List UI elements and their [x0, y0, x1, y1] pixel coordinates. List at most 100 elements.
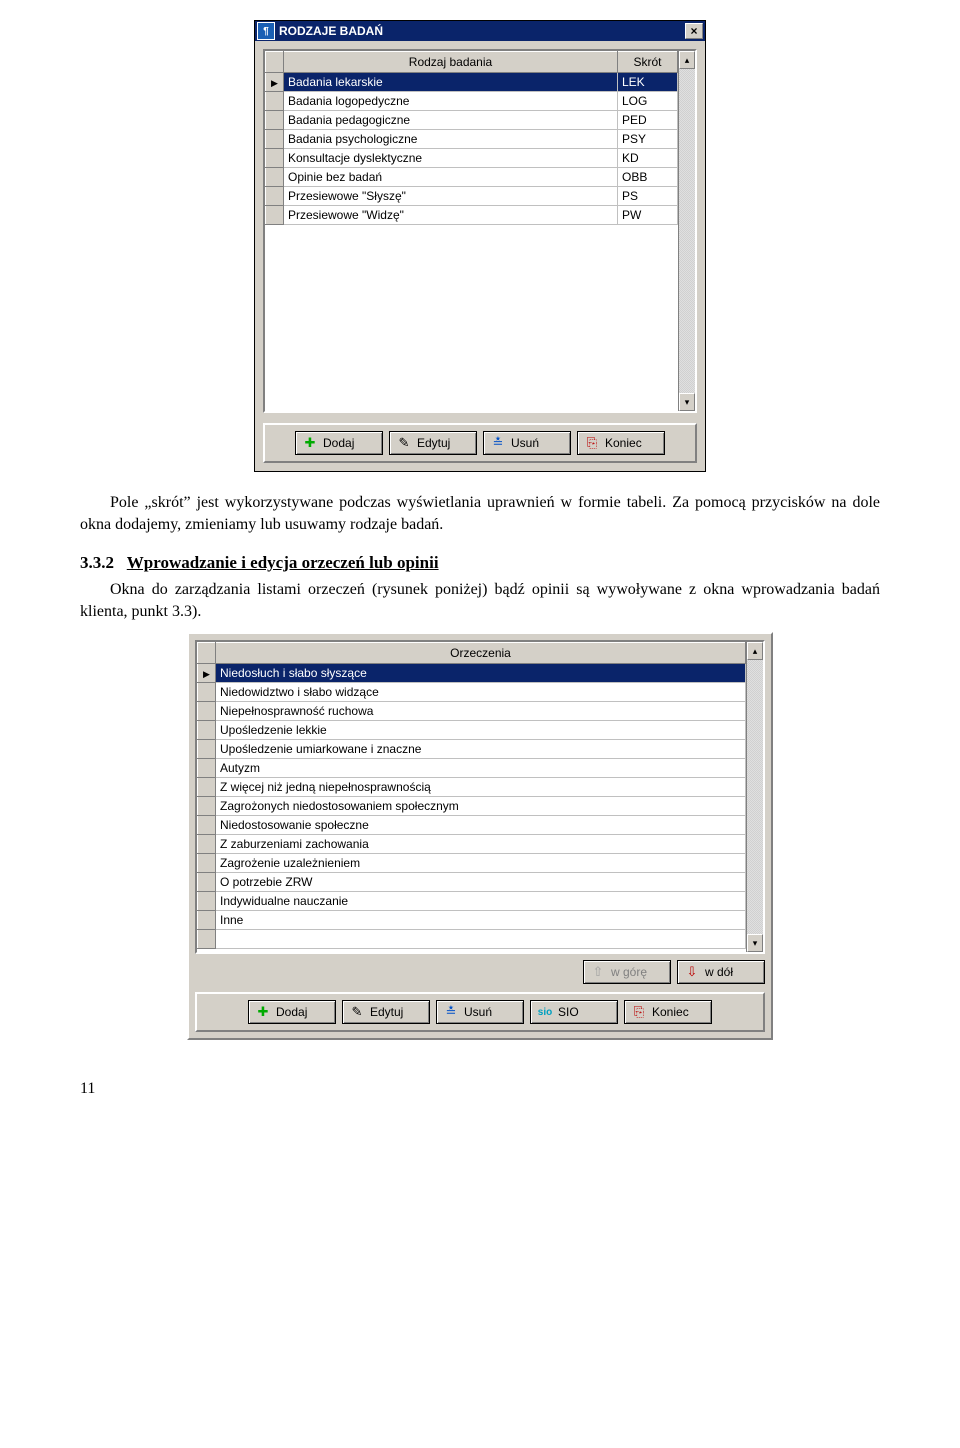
cell-name[interactable]: Z zaburzeniami zachowania	[216, 835, 746, 854]
col-rodzaj[interactable]: Rodzaj badania	[284, 52, 618, 73]
button-bar: ✚Dodaj ✎Edytuj ≛Usuń ⎘Koniec	[263, 423, 697, 463]
row-indicator	[198, 740, 216, 759]
row-indicator	[266, 206, 284, 225]
add-button[interactable]: ✚Dodaj	[295, 431, 383, 455]
row-header-blank	[198, 643, 216, 664]
table-row[interactable]: Konsultacje dyslektyczneKD	[266, 149, 678, 168]
cell-name[interactable]: Inne	[216, 911, 746, 930]
edit-button[interactable]: ✎Edytuj	[389, 431, 477, 455]
cell-name[interactable]: Autyzm	[216, 759, 746, 778]
sio-button[interactable]: sioSIO	[530, 1000, 618, 1024]
add-button[interactable]: ✚Dodaj	[248, 1000, 336, 1024]
row-indicator	[198, 816, 216, 835]
titlebar[interactable]: ¶ RODZAJE BADAŃ ×	[255, 21, 705, 41]
cell-abbr[interactable]: KD	[618, 149, 678, 168]
scrollbar[interactable]: ▴ ▾	[746, 642, 763, 952]
cell-name[interactable]: Przesiewowe "Słyszę"	[284, 187, 618, 206]
cell-name[interactable]: Badania logopedyczne	[284, 92, 618, 111]
move-down-button[interactable]: ⇩w dół	[677, 960, 765, 984]
cell-abbr[interactable]: PSY	[618, 130, 678, 149]
table-row[interactable]: Zagrożenie uzależnieniem	[198, 854, 746, 873]
row-header-blank	[266, 52, 284, 73]
cell-name[interactable]: Zagrożenie uzależnieniem	[216, 854, 746, 873]
page-number: 11	[80, 1080, 960, 1098]
table-row[interactable]: Badania lekarskieLEK	[266, 73, 678, 92]
cell-name[interactable]: Z więcej niż jedną niepełnosprawnością	[216, 778, 746, 797]
cell-name[interactable]: Badania psychologiczne	[284, 130, 618, 149]
cell-abbr[interactable]: PW	[618, 206, 678, 225]
cell-abbr[interactable]: LEK	[618, 73, 678, 92]
table-row[interactable]: Przesiewowe "Widzę"PW	[266, 206, 678, 225]
reorder-bar: ⇧w górę ⇩w dół	[195, 960, 765, 984]
cell-name[interactable]: Niepełnosprawność ruchowa	[216, 702, 746, 721]
table-rodzaje[interactable]: Rodzaj badania Skrót Badania lekarskieLE…	[265, 51, 678, 405]
table-row[interactable]: Badania psychologicznePSY	[266, 130, 678, 149]
table-row[interactable]: O potrzebie ZRW	[198, 873, 746, 892]
row-indicator	[198, 835, 216, 854]
scroll-up-icon[interactable]: ▴	[747, 642, 763, 660]
cell-abbr[interactable]: PED	[618, 111, 678, 130]
exit-icon: ⎘	[631, 1004, 647, 1020]
cell-name[interactable]: Przesiewowe "Widzę"	[284, 206, 618, 225]
table-row[interactable]: Opinie bez badańOBB	[266, 168, 678, 187]
table-row[interactable]: Niedostosowanie społeczne	[198, 816, 746, 835]
table-row[interactable]: Indywidualne nauczanie	[198, 892, 746, 911]
add-icon: ✚	[302, 435, 318, 451]
add-icon: ✚	[255, 1004, 271, 1020]
row-indicator	[198, 854, 216, 873]
table-row[interactable]: Badania pedagogicznePED	[266, 111, 678, 130]
cell-name[interactable]: Upośledzenie lekkie	[216, 721, 746, 740]
row-indicator	[198, 664, 216, 683]
scroll-down-icon[interactable]: ▾	[747, 934, 763, 952]
delete-button[interactable]: ≛Usuń	[483, 431, 571, 455]
delete-icon: ≛	[443, 1004, 459, 1020]
row-indicator	[198, 721, 216, 740]
table-row[interactable]: Badania logopedyczneLOG	[266, 92, 678, 111]
close-button[interactable]: ⎘Koniec	[624, 1000, 712, 1024]
table-row[interactable]: Niedowidztwo i słabo widzące	[198, 683, 746, 702]
cell-name[interactable]: Zagrożonych niedostosowaniem społecznym	[216, 797, 746, 816]
arrow-down-icon: ⇩	[684, 964, 700, 980]
scrollbar[interactable]: ▴ ▾	[678, 51, 695, 411]
paragraph-2: Okna do zarządzania listami orzeczeń (ry…	[80, 579, 880, 622]
table-row[interactable]: Z więcej niż jedną niepełnosprawnością	[198, 778, 746, 797]
cell-abbr[interactable]: PS	[618, 187, 678, 206]
table-row[interactable]: Przesiewowe "Słyszę"PS	[266, 187, 678, 206]
delete-button[interactable]: ≛Usuń	[436, 1000, 524, 1024]
scroll-up-icon[interactable]: ▴	[679, 51, 695, 69]
table-row[interactable]: Niedosłuch i słabo słyszące	[198, 664, 746, 683]
edit-button[interactable]: ✎Edytuj	[342, 1000, 430, 1024]
cell-name[interactable]: Niedosłuch i słabo słyszące	[216, 664, 746, 683]
scroll-down-icon[interactable]: ▾	[679, 393, 695, 411]
table-row[interactable]: Niepełnosprawność ruchowa	[198, 702, 746, 721]
col-orzeczenia[interactable]: Orzeczenia	[216, 643, 746, 664]
edit-icon: ✎	[349, 1004, 365, 1020]
cell-name[interactable]: Badania lekarskie	[284, 73, 618, 92]
table-row[interactable]: Inne	[198, 911, 746, 930]
table-row[interactable]: Zagrożonych niedostosowaniem społecznym	[198, 797, 746, 816]
cell-abbr[interactable]: OBB	[618, 168, 678, 187]
cell-name[interactable]: Badania pedagogiczne	[284, 111, 618, 130]
cell-name[interactable]: Opinie bez badań	[284, 168, 618, 187]
cell-name[interactable]: Konsultacje dyslektyczne	[284, 149, 618, 168]
row-indicator	[198, 797, 216, 816]
col-skrot[interactable]: Skrót	[618, 52, 678, 73]
row-indicator	[198, 892, 216, 911]
cell-name[interactable]: Upośledzenie umiarkowane i znaczne	[216, 740, 746, 759]
cell-name[interactable]: Niedowidztwo i słabo widzące	[216, 683, 746, 702]
table-row[interactable]: Upośledzenie lekkie	[198, 721, 746, 740]
close-icon[interactable]: ×	[685, 23, 703, 39]
move-up-button[interactable]: ⇧w górę	[583, 960, 671, 984]
row-indicator	[266, 187, 284, 206]
arrow-up-icon: ⇧	[590, 964, 606, 980]
table-row[interactable]: Upośledzenie umiarkowane i znaczne	[198, 740, 746, 759]
table-row[interactable]: Autyzm	[198, 759, 746, 778]
table-orzeczenia[interactable]: Orzeczenia Niedosłuch i słabo słysząceNi…	[197, 642, 746, 949]
close-button[interactable]: ⎘Koniec	[577, 431, 665, 455]
window-orzeczenia: Orzeczenia Niedosłuch i słabo słysząceNi…	[187, 632, 773, 1040]
table-row[interactable]: Z zaburzeniami zachowania	[198, 835, 746, 854]
cell-name[interactable]: Indywidualne nauczanie	[216, 892, 746, 911]
cell-name[interactable]: O potrzebie ZRW	[216, 873, 746, 892]
cell-name[interactable]: Niedostosowanie społeczne	[216, 816, 746, 835]
cell-abbr[interactable]: LOG	[618, 92, 678, 111]
